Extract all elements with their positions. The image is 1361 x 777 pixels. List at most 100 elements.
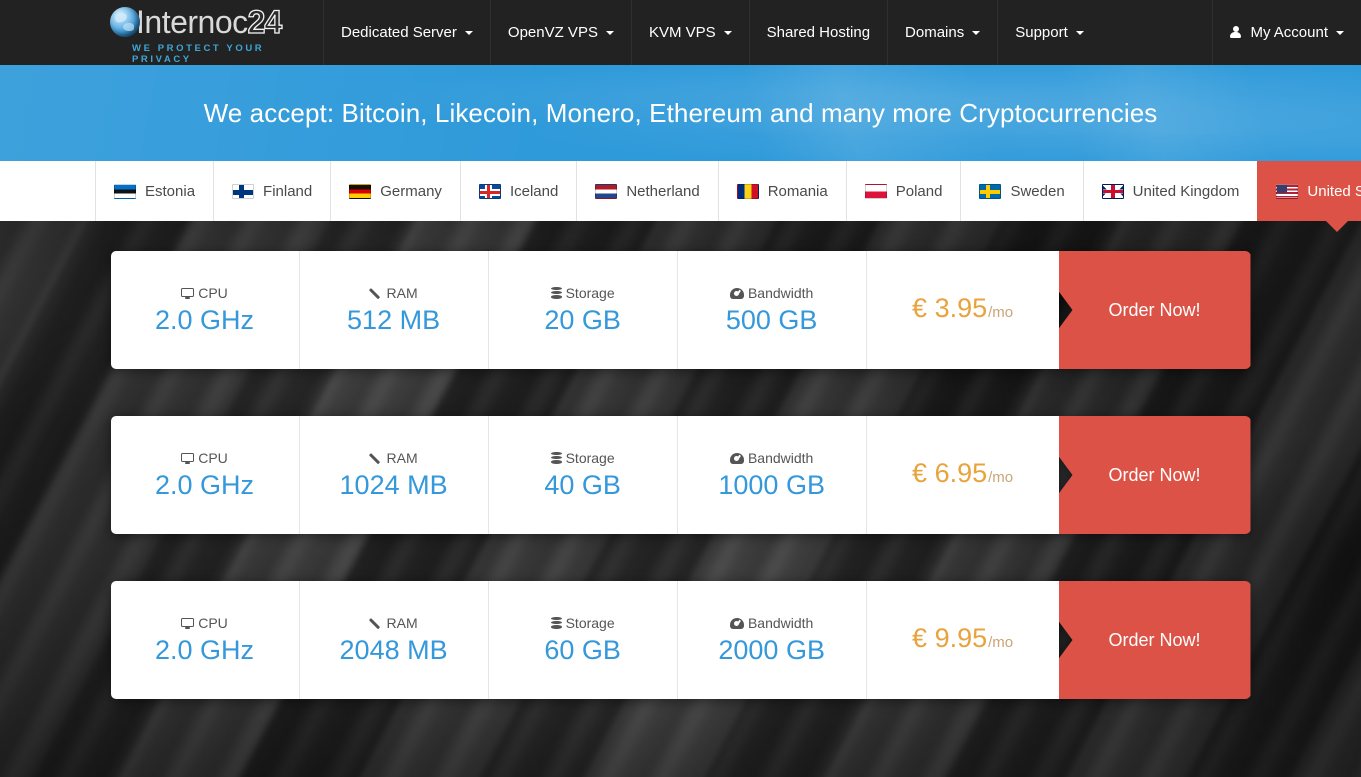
flag-estonia-icon bbox=[114, 183, 136, 199]
spec-label: RAM bbox=[386, 450, 418, 466]
plan-price-cell: € 3.95/mo bbox=[866, 251, 1059, 369]
spec-storage-value: 60 GB bbox=[544, 635, 621, 665]
flag-iceland-icon bbox=[478, 183, 501, 199]
spec-ram: RAM 512 MB bbox=[300, 251, 489, 369]
tab-romania[interactable]: Romania bbox=[717, 161, 846, 221]
chevron-down-icon bbox=[972, 30, 981, 35]
tab-label: Sweden bbox=[1010, 182, 1065, 200]
plan-price: € 3.95/mo bbox=[912, 293, 1013, 328]
tab-estonia[interactable]: Estonia bbox=[95, 161, 213, 221]
site-logo[interactable]: Internoc 24 WE PROTECT YOUR PRIVACY bbox=[110, 0, 323, 65]
nav-item-domains[interactable]: Domains bbox=[887, 0, 997, 65]
price-amount: 9.95 bbox=[934, 622, 988, 653]
price-period: /mo bbox=[988, 633, 1014, 651]
tab-united-states[interactable]: United States bbox=[1257, 161, 1361, 221]
dashboard-icon bbox=[729, 617, 744, 629]
tab-poland[interactable]: Poland bbox=[845, 161, 961, 221]
nav-item-dedicated-server[interactable]: Dedicated Server bbox=[323, 0, 490, 65]
tab-label: United States bbox=[1307, 182, 1361, 200]
spec-storage: Storage 40 GB bbox=[489, 416, 678, 534]
top-navbar: Internoc 24 WE PROTECT YOUR PRIVACY Dedi… bbox=[0, 0, 1361, 65]
crypto-banner: We accept: Bitcoin, Likecoin, Monero, Et… bbox=[0, 65, 1361, 161]
tab-finland[interactable]: Finland bbox=[213, 161, 330, 221]
tab-netherland[interactable]: Netherland bbox=[576, 161, 717, 221]
spec-bandwidth-head: Bandwidth bbox=[729, 615, 814, 631]
spec-ram-head: RAM bbox=[368, 615, 418, 631]
spec-bandwidth-value: 500 GB bbox=[725, 305, 818, 335]
monitor-icon bbox=[181, 617, 195, 629]
flag-romania-icon bbox=[736, 183, 759, 199]
order-now-button[interactable]: Order Now! bbox=[1058, 251, 1251, 369]
wand-icon bbox=[368, 617, 383, 630]
spec-cpu: CPU 2.0 GHz bbox=[111, 416, 300, 534]
flag-united-kingdom-icon bbox=[1101, 183, 1124, 199]
spec-label: CPU bbox=[198, 615, 228, 631]
tab-label: United Kingdom bbox=[1132, 182, 1240, 200]
tab-iceland[interactable]: Iceland bbox=[459, 161, 576, 221]
nav-item-my-account[interactable]: My Account bbox=[1212, 0, 1361, 65]
spec-storage: Storage 60 GB bbox=[489, 581, 678, 699]
flag-netherlands-icon bbox=[595, 183, 618, 199]
wand-icon bbox=[368, 287, 383, 300]
dashboard-icon bbox=[729, 287, 744, 299]
spec-ram-value: 512 MB bbox=[347, 305, 441, 335]
nav-label: Shared Hosting bbox=[766, 24, 871, 41]
nav-item-shared-hosting[interactable]: Shared Hosting bbox=[748, 0, 887, 65]
spec-storage-value: 20 GB bbox=[544, 305, 621, 335]
nav-item-support[interactable]: Support bbox=[997, 0, 1101, 65]
plan-price-cell: € 6.95/mo bbox=[866, 416, 1059, 534]
spec-cpu-head: CPU bbox=[181, 615, 228, 631]
spec-bandwidth-value: 1000 GB bbox=[718, 470, 825, 500]
tab-germany[interactable]: Germany bbox=[330, 161, 460, 221]
tab-sweden[interactable]: Sweden bbox=[960, 161, 1082, 221]
nav-label: OpenVZ VPS bbox=[507, 24, 598, 41]
logo-text: Internoc bbox=[136, 4, 248, 40]
spec-bandwidth-value: 2000 GB bbox=[718, 635, 825, 665]
spec-cpu: CPU 2.0 GHz bbox=[111, 581, 300, 699]
nav-label: Domains bbox=[905, 24, 965, 41]
nav-item-kvm-vps[interactable]: KVM VPS bbox=[630, 0, 749, 65]
plan-price: € 9.95/mo bbox=[912, 623, 1013, 658]
navbar-left-spacer bbox=[0, 0, 110, 65]
plan-list: CPU 2.0 GHz RAM 512 MB Storage 20 GB Ban… bbox=[0, 221, 1361, 699]
spec-label: Storage bbox=[565, 285, 615, 301]
database-icon bbox=[550, 616, 562, 630]
chevron-down-icon bbox=[723, 30, 732, 35]
plan-specs: CPU 2.0 GHz RAM 512 MB Storage 20 GB Ban… bbox=[110, 251, 1059, 369]
order-now-button[interactable]: Order Now! bbox=[1058, 416, 1251, 534]
spec-ram-head: RAM bbox=[368, 450, 418, 466]
nav-label: Dedicated Server bbox=[341, 24, 457, 41]
order-now-button[interactable]: Order Now! bbox=[1058, 581, 1251, 699]
spec-label: CPU bbox=[198, 450, 228, 466]
spec-bandwidth: Bandwidth 1000 GB bbox=[678, 416, 867, 534]
nav-item-openvz-vps[interactable]: OpenVZ VPS bbox=[489, 0, 631, 65]
spec-label: Bandwidth bbox=[747, 615, 814, 631]
currency-symbol: € bbox=[912, 457, 928, 488]
spec-cpu-value: 2.0 GHz bbox=[155, 305, 255, 335]
country-tabs: Estonia Finland Germany Iceland Netherla… bbox=[0, 161, 1361, 221]
price-period: /mo bbox=[988, 303, 1014, 321]
spec-ram-value: 1024 MB bbox=[339, 470, 448, 500]
chevron-down-icon bbox=[1075, 30, 1084, 35]
nav-label: Support bbox=[1015, 24, 1068, 41]
tab-label: Poland bbox=[895, 182, 943, 200]
spec-storage-head: Storage bbox=[550, 615, 615, 631]
tab-label: Iceland bbox=[509, 182, 559, 200]
tab-united-kingdom[interactable]: United Kingdom bbox=[1082, 161, 1258, 221]
nav-label: KVM VPS bbox=[648, 24, 716, 41]
tab-label: Estonia bbox=[145, 182, 196, 200]
tab-label: Finland bbox=[263, 182, 313, 200]
price-period: /mo bbox=[988, 468, 1014, 486]
logo-suffix: 24 bbox=[247, 4, 283, 40]
spec-cpu-head: CPU bbox=[181, 285, 228, 301]
plan-price-cell: € 9.95/mo bbox=[866, 581, 1059, 699]
price-amount: 6.95 bbox=[934, 457, 988, 488]
spec-cpu-head: CPU bbox=[181, 450, 228, 466]
plan-card: CPU 2.0 GHz RAM 2048 MB Storage 60 GB Ba… bbox=[110, 581, 1251, 699]
logo-tagline: WE PROTECT YOUR PRIVACY bbox=[132, 43, 265, 65]
spec-storage-head: Storage bbox=[550, 450, 615, 466]
main-menu: Dedicated Server OpenVZ VPS KVM VPS Shar… bbox=[323, 0, 1361, 65]
spec-bandwidth-head: Bandwidth bbox=[729, 285, 813, 301]
spec-bandwidth: Bandwidth 500 GB bbox=[678, 251, 867, 369]
spec-ram-head: RAM bbox=[368, 285, 418, 301]
